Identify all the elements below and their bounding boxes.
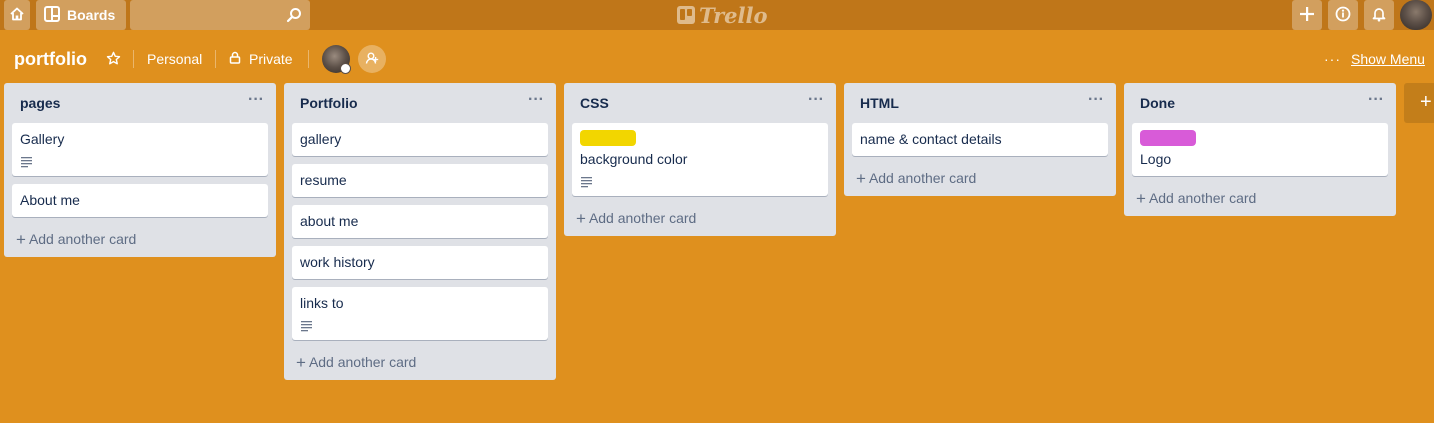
card-label-purple[interactable]	[1140, 130, 1196, 146]
card[interactable]: Gallery	[12, 123, 268, 176]
list-header[interactable]: Portfolio ···	[284, 83, 556, 123]
card[interactable]: resume	[292, 164, 548, 197]
bell-icon	[1371, 6, 1387, 25]
show-menu-button[interactable]: ··· Show Menu	[1324, 51, 1425, 67]
card-title: about me	[300, 213, 359, 229]
card[interactable]: about me	[292, 205, 548, 238]
lock-icon	[229, 51, 241, 67]
card-title: work history	[300, 254, 375, 270]
header-divider	[215, 50, 216, 68]
boards-label: Boards	[67, 7, 116, 23]
info-button[interactable]	[1328, 0, 1358, 30]
list-pages: pages ··· Gallery About me + Add another…	[4, 83, 276, 257]
list-header[interactable]: CSS ···	[564, 83, 836, 123]
list-title[interactable]: Portfolio	[300, 95, 358, 111]
card-title: name & contact details	[860, 131, 1002, 147]
list-menu-icon[interactable]: ···	[1088, 91, 1104, 109]
add-card-button[interactable]: + Add another card	[4, 225, 276, 257]
card-title: links to	[300, 295, 344, 311]
description-icon	[580, 174, 820, 188]
card-title: About me	[20, 192, 80, 208]
card[interactable]: gallery	[292, 123, 548, 156]
card[interactable]: background color	[572, 123, 828, 196]
add-member-icon	[365, 51, 379, 68]
info-icon	[1335, 6, 1351, 25]
card[interactable]: links to	[292, 287, 548, 340]
header-divider	[308, 50, 309, 68]
card-title: resume	[300, 172, 347, 188]
add-card-button[interactable]: + Add another card	[564, 204, 836, 236]
list-css: CSS ··· background color + Add another c…	[564, 83, 836, 236]
add-card-button[interactable]: + Add another card	[1124, 184, 1396, 216]
list-title[interactable]: pages	[20, 95, 60, 111]
card[interactable]: name & contact details	[852, 123, 1108, 156]
user-avatar[interactable]	[1400, 0, 1432, 30]
list-title[interactable]: CSS	[580, 95, 609, 111]
board-title[interactable]: portfolio	[14, 49, 87, 70]
card-title: background color	[580, 151, 688, 167]
list-title[interactable]: Done	[1140, 95, 1175, 111]
trello-logo-icon	[677, 6, 695, 24]
plus-icon: +	[296, 353, 306, 372]
list-header[interactable]: Done ···	[1124, 83, 1396, 123]
add-card-label: Add another card	[1148, 190, 1257, 206]
list-html: HTML ··· name & contact details + Add an…	[844, 83, 1116, 196]
home-icon	[9, 6, 25, 25]
card[interactable]: work history	[292, 246, 548, 279]
plus-icon: +	[1420, 91, 1432, 113]
trello-logo-text: Trello	[699, 2, 768, 28]
card[interactable]: Logo	[1132, 123, 1388, 176]
boards-icon	[44, 5, 60, 25]
search-icon	[286, 7, 302, 26]
trello-logo[interactable]: Trello	[677, 2, 768, 28]
card-label-yellow[interactable]	[580, 130, 636, 146]
description-icon	[300, 318, 540, 332]
add-card-label: Add another card	[868, 170, 977, 186]
visibility-button[interactable]: Private	[229, 51, 293, 67]
header-divider	[133, 50, 134, 68]
top-nav-bar: Boards Trello	[0, 0, 1434, 30]
list-menu-icon[interactable]: ···	[1368, 91, 1384, 109]
add-card-button[interactable]: + Add another card	[284, 348, 556, 380]
list-menu-icon[interactable]: ···	[528, 91, 544, 109]
notifications-button[interactable]	[1364, 0, 1394, 30]
card[interactable]: About me	[12, 184, 268, 217]
add-card-label: Add another card	[28, 231, 137, 247]
team-button[interactable]: Personal	[147, 51, 202, 67]
boards-button[interactable]: Boards	[36, 0, 126, 30]
add-card-label: Add another card	[308, 354, 417, 370]
show-menu-label: Show Menu	[1351, 51, 1425, 67]
add-list-button[interactable]: +	[1404, 83, 1434, 123]
more-dots-icon: ···	[1324, 51, 1341, 67]
plus-icon: +	[856, 169, 866, 188]
plus-icon: +	[16, 230, 26, 249]
member-avatar[interactable]	[322, 45, 351, 74]
list-done: Done ··· Logo + Add another card	[1124, 83, 1396, 216]
list-header[interactable]: HTML ···	[844, 83, 1116, 123]
visibility-label: Private	[249, 51, 293, 67]
list-title[interactable]: HTML	[860, 95, 899, 111]
list-menu-icon[interactable]: ···	[808, 91, 824, 109]
list-menu-icon[interactable]: ···	[248, 91, 264, 109]
search-field[interactable]	[130, 0, 310, 30]
add-card-label: Add another card	[588, 210, 697, 226]
plus-icon: +	[1136, 189, 1146, 208]
description-icon	[20, 154, 260, 168]
create-button[interactable]	[1292, 0, 1322, 30]
card-title: Logo	[1140, 151, 1172, 167]
list-portfolio: Portfolio ··· gallery resume about me wo…	[284, 83, 556, 380]
list-header[interactable]: pages ···	[4, 83, 276, 123]
card-title: Gallery	[20, 131, 65, 147]
star-icon[interactable]	[106, 51, 121, 70]
plus-icon: +	[576, 209, 586, 228]
admin-badge-icon	[340, 63, 351, 74]
home-button[interactable]	[4, 0, 30, 30]
invite-button[interactable]	[358, 45, 386, 73]
card-title: gallery	[300, 131, 342, 147]
plus-icon	[1299, 2, 1315, 28]
add-card-button[interactable]: + Add another card	[844, 164, 1116, 196]
